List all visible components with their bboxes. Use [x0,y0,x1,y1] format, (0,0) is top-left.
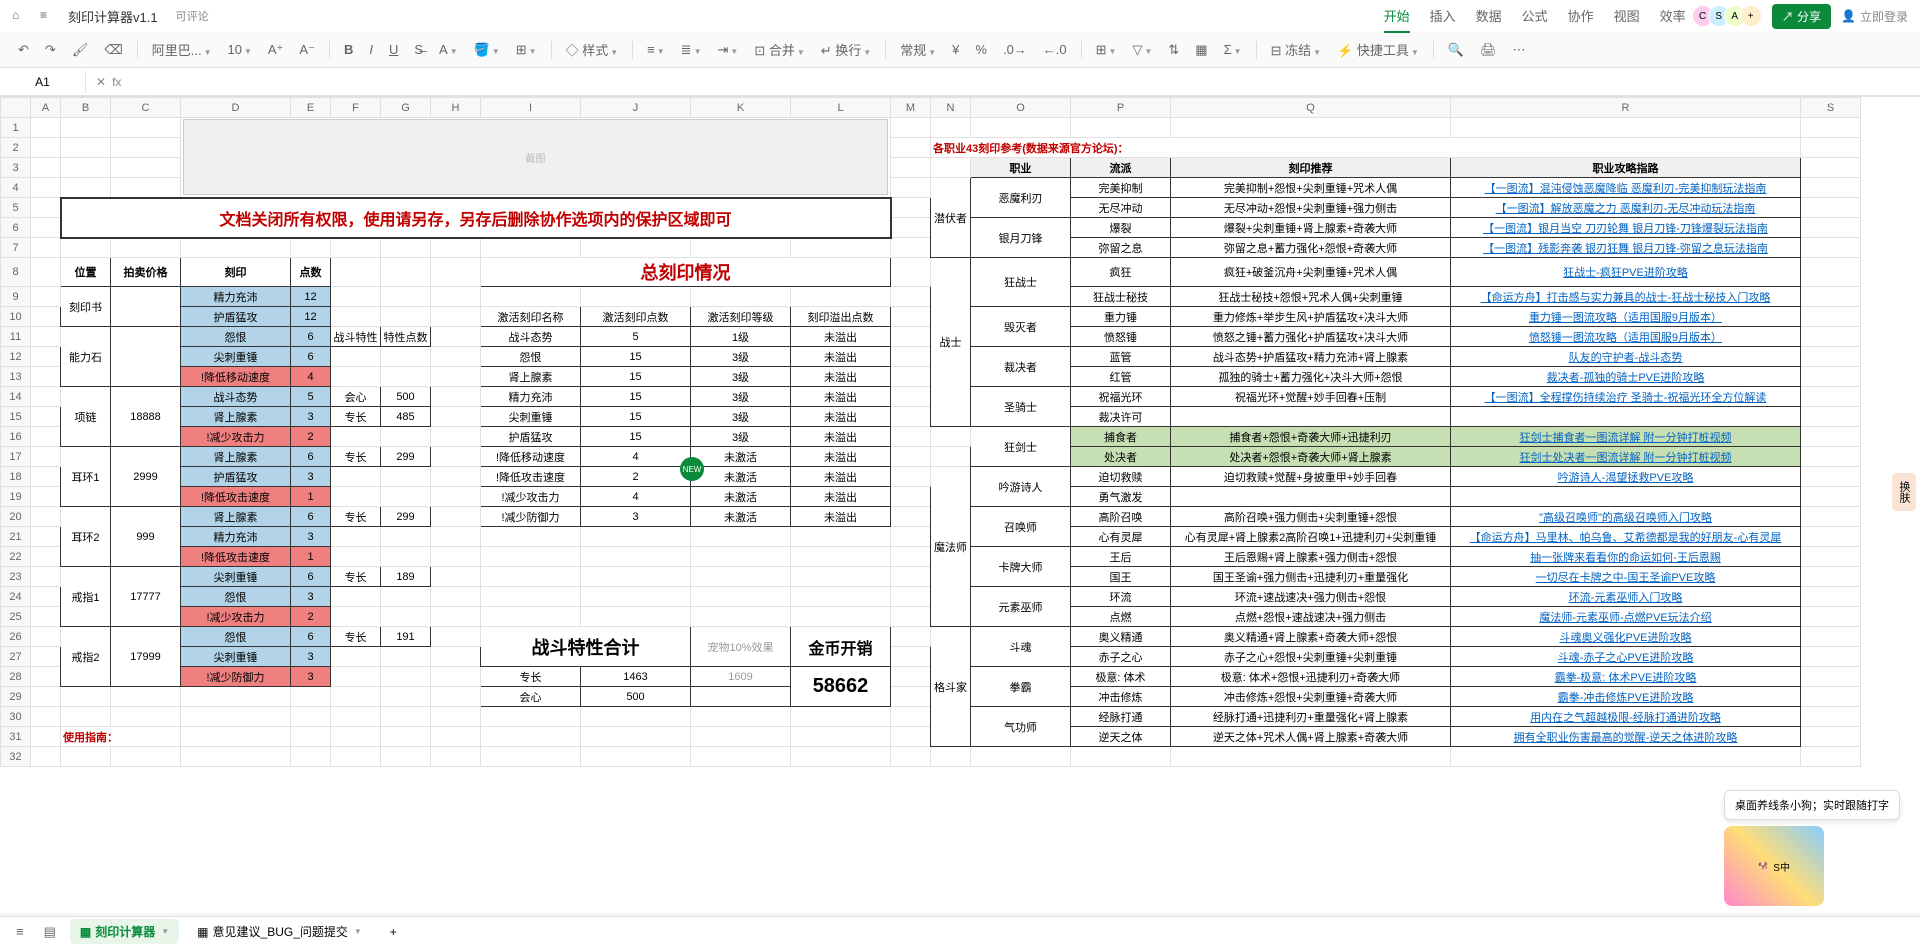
collaborator-avatars[interactable]: C S A + [1698,5,1762,27]
theme-switch-button[interactable]: 换肤 [1892,473,1916,511]
cell-style-select[interactable]: ◇ 样式▼ [560,36,625,63]
format-painter-icon[interactable]: 🖌 [66,38,95,62]
font-decrease-icon[interactable]: A⁻ [293,38,321,62]
tab-collab[interactable]: 协作 [1568,0,1594,33]
sort-icon[interactable]: ⇅ [1162,38,1185,62]
print-icon[interactable]: 🖨 [1474,38,1503,62]
currency-icon[interactable]: ¥ [946,38,965,61]
font-select[interactable]: 阿里巴...▼ [146,36,218,63]
fill-color-icon[interactable]: 🪣▼ [468,38,506,62]
redo-icon[interactable]: ↷ [39,38,62,62]
menu-icon[interactable]: ≡ [40,8,56,24]
login-button[interactable]: 👤 立即登录 [1841,8,1908,25]
font-size-select[interactable]: 10▼ [221,38,257,61]
spreadsheet-grid[interactable]: ABCDEFGHIJKLMNOPQRS1截图2各职业43刻印参考(数据来源官方论… [0,97,1920,913]
sheet-menu-icon[interactable]: ▤ [38,920,62,944]
sheet-list-icon[interactable]: ≡ [10,920,30,943]
font-color-icon[interactable]: A▼ [433,38,464,61]
indent-icon[interactable]: ⇥▼ [711,38,744,62]
cell-reference[interactable]: A1 [0,71,86,93]
align-h-icon[interactable]: ≡▼ [641,38,671,61]
insert-row-icon[interactable]: ⊞▼ [1090,38,1123,62]
font-increase-icon[interactable]: A⁺ [262,38,290,62]
quick-tools[interactable]: ⚡ 快捷工具▼ [1331,36,1425,63]
formula-input[interactable] [131,74,1920,89]
pet-tooltip: 桌面养线条小狗；实时跟随打字 [1724,790,1900,820]
tab-formula[interactable]: 公式 [1522,0,1548,33]
pet-widget[interactable]: 桌面养线条小狗；实时跟随打字 🐕 S中 [1724,790,1900,906]
clear-format-icon[interactable]: ⌫ [98,38,128,62]
home-icon[interactable]: ⌂ [12,8,28,24]
sum-icon[interactable]: Σ▼ [1218,38,1248,61]
tab-efficiency[interactable]: 效率 [1660,0,1686,33]
percent-icon[interactable]: % [969,38,993,61]
decimal-dec-icon[interactable]: ←.0 [1037,38,1073,61]
toolbar: ↶ ↷ 🖌 ⌫ 阿里巴...▼ 10▼ A⁺ A⁻ B I U S̶ A▼ 🪣▼… [0,32,1920,68]
more-icon[interactable]: ⋯ [1506,38,1531,62]
bold-icon[interactable]: B [338,38,359,61]
sheet-tab-feedback[interactable]: ▦ 意见建议_BUG_问题提交 ▼ [187,919,372,944]
cancel-formula-icon[interactable]: ✕ [96,75,106,89]
tab-start[interactable]: 开始 [1384,0,1410,33]
filter-icon[interactable]: ▽▼ [1126,38,1158,62]
number-format[interactable]: 常规▼ [894,36,942,63]
merge-cells[interactable]: ⊡ 合并▼ [748,36,810,63]
pet-image[interactable]: 🐕 S中 [1724,826,1824,906]
tab-insert[interactable]: 插入 [1430,0,1456,33]
border-icon[interactable]: ⊞▼ [510,38,543,62]
fx-icon[interactable]: fx [112,75,121,89]
sheet-tab-active[interactable]: ▦ 刻印计算器 ▼ [70,919,179,944]
strikethrough-icon[interactable]: S̶ [408,38,429,61]
menu-tabs: 开始 插入 数据 公式 协作 视图 效率 [1384,0,1686,33]
undo-icon[interactable]: ↶ [12,38,35,62]
underline-icon[interactable]: U [383,38,404,61]
decimal-inc-icon[interactable]: .0→ [997,38,1033,61]
tab-data[interactable]: 数据 [1476,0,1502,33]
share-button[interactable]: ↗ 分享 [1772,4,1831,29]
add-sheet-button[interactable]: + [380,921,407,943]
tab-view[interactable]: 视图 [1614,0,1640,33]
comment-mode-tag: 可评论 [170,6,215,26]
doc-title: 刻印计算器v1.1 [68,7,158,26]
align-v-icon[interactable]: ≣▼ [675,38,708,62]
conditional-format-icon[interactable]: ▦ [1189,38,1213,62]
italic-icon[interactable]: I [363,38,379,61]
wrap-text[interactable]: ↵ 换行▼ [815,36,877,63]
new-badge: NEW [680,457,704,481]
search-icon[interactable]: 🔍 [1442,38,1470,62]
freeze-panes[interactable]: ⊟ 冻结▼ [1265,36,1327,63]
